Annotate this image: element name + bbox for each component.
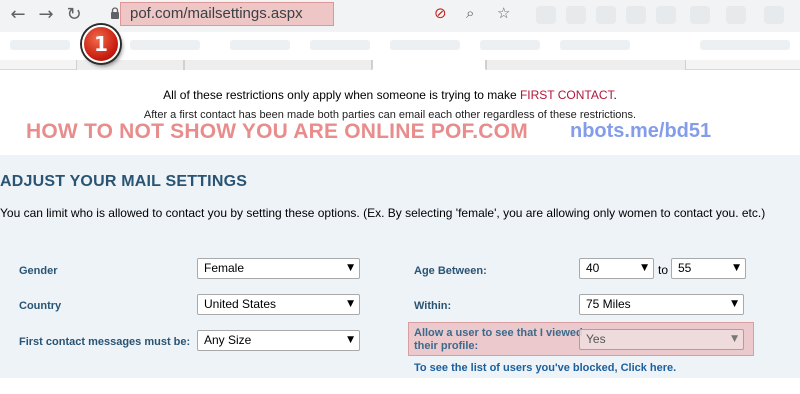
gender-select[interactable]: Female ▼ (197, 258, 360, 279)
overlay-title: HOW TO NOT SHOW YOU ARE ONLINE POF.COM (26, 120, 528, 143)
within-select[interactable]: 75 Miles ▼ (579, 294, 744, 315)
extension-icon[interactable] (536, 6, 556, 24)
page-tab-active[interactable] (372, 60, 486, 70)
bookmark-item[interactable] (230, 40, 290, 50)
bookmark-item[interactable] (390, 40, 460, 50)
extension-icon[interactable] (596, 6, 616, 24)
message-size-select[interactable]: Any Size ▼ (197, 330, 360, 351)
dropdown-arrow-icon: ▼ (731, 299, 738, 309)
dropdown-arrow-icon: ▼ (347, 299, 354, 309)
notice-prefix: All of these restrictions only apply whe… (163, 88, 520, 102)
page-tab[interactable] (76, 60, 184, 70)
dropdown-arrow-icon: ▼ (733, 263, 740, 273)
bookmark-item[interactable] (700, 40, 790, 50)
extension-icon[interactable] (626, 6, 646, 24)
browser-toolbar: ← → ↻ pof.com/mailsettings.aspx ⊘ ⌕ ☆ (0, 0, 800, 32)
forward-icon[interactable]: → (34, 3, 58, 27)
within-label: Within: (414, 300, 452, 312)
blocked-content-icon[interactable]: ⊘ (434, 4, 447, 22)
bookmark-item[interactable] (130, 40, 200, 50)
lock-icon (111, 7, 119, 19)
page-tab[interactable] (184, 60, 372, 70)
notice-suffix: . (613, 88, 617, 102)
dropdown-arrow-icon: ▼ (347, 335, 354, 345)
allow-view-select[interactable]: Yes ▼ (579, 329, 744, 350)
back-icon[interactable]: ← (6, 3, 30, 27)
bookmark-item[interactable] (310, 40, 370, 50)
step-marker-1: 1 (82, 25, 120, 63)
reload-icon[interactable]: ↻ (62, 3, 86, 27)
bookmark-item[interactable] (480, 40, 540, 50)
age-to-word: to (658, 263, 669, 277)
notice-emphasis: FIRST CONTACT (519, 88, 614, 102)
age-from-select[interactable]: 40 ▼ (579, 258, 654, 279)
url-text[interactable]: pof.com/mailsettings.aspx (130, 5, 303, 22)
bookmark-star-icon[interactable]: ☆ (497, 4, 510, 22)
gender-value: Female (204, 261, 245, 275)
country-select[interactable]: United States ▼ (197, 294, 360, 315)
bookmark-item[interactable] (560, 40, 630, 50)
age-from-value: 40 (586, 261, 600, 275)
extension-icon[interactable] (690, 6, 710, 24)
extension-icon[interactable] (656, 6, 676, 24)
country-value: United States (204, 297, 277, 311)
blocked-users-link[interactable]: To see the list of users you've blocked,… (414, 362, 676, 374)
allow-view-value: Yes (586, 332, 606, 346)
extension-icon[interactable] (566, 6, 586, 24)
page-bottom (0, 378, 800, 394)
overlay-link: nbots.me/bd51 (570, 120, 712, 142)
message-size-label: First contact messages must be: (19, 336, 191, 348)
page-tab-strip (0, 60, 800, 70)
bookmarks-bar (0, 32, 800, 60)
age-to-value: 55 (678, 261, 692, 275)
country-label: Country (19, 300, 62, 312)
message-size-value: Any Size (204, 333, 252, 347)
first-contact-notice: All of these restrictions only apply whe… (0, 88, 780, 102)
page-title: ADJUST YOUR MAIL SETTINGS (0, 173, 248, 190)
zoom-icon[interactable]: ⌕ (466, 4, 474, 22)
within-value: 75 Miles (586, 297, 631, 311)
extension-icon[interactable] (726, 6, 746, 24)
allow-view-label: Allow a user to see that I viewed their … (414, 327, 583, 352)
dropdown-arrow-icon: ▼ (347, 263, 354, 273)
page-tab[interactable] (486, 60, 686, 70)
dropdown-arrow-icon: ▼ (731, 334, 738, 344)
gender-label: Gender (19, 265, 58, 277)
extension-icon[interactable] (764, 6, 784, 24)
age-to-select[interactable]: 55 ▼ (671, 258, 746, 279)
bookmark-item[interactable] (10, 40, 70, 50)
dropdown-arrow-icon: ▼ (641, 263, 648, 273)
age-label: Age Between: (414, 265, 487, 277)
settings-description: You can limit who is allowed to contact … (0, 206, 766, 220)
